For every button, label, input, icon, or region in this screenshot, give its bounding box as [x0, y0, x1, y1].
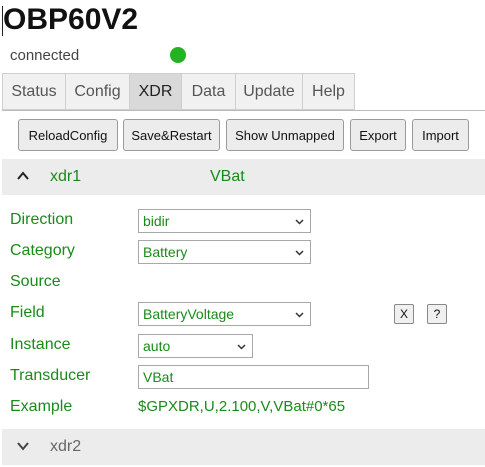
chevron-down-icon [295, 219, 304, 225]
import-button[interactable]: Import [412, 119, 469, 151]
example-row: Example $GPXDR,U,2.100,V,VBat#0*65 [10, 396, 480, 420]
field-row: Field BatteryVoltage X ? [10, 302, 480, 326]
transducer-input[interactable]: VBat [138, 365, 369, 389]
tab-config[interactable]: Config [65, 73, 129, 110]
xdr1-name: xdr1 [50, 168, 82, 185]
category-value: Battery [143, 244, 188, 260]
example-sentence: $GPXDR,U,2.100,V,VBat#0*65 [138, 398, 346, 415]
tab-xdr[interactable]: XDR [129, 73, 181, 110]
instance-label: Instance [10, 336, 71, 353]
page-title: OBP60V2 [3, 3, 139, 36]
chevron-down-icon [237, 344, 246, 350]
chevron-down-icon [17, 442, 29, 451]
example-label: Example [10, 398, 73, 415]
tab-help[interactable]: Help [302, 73, 355, 110]
show-unmapped-button[interactable]: Show Unmapped [226, 119, 344, 151]
field-help-button[interactable]: ? [427, 304, 447, 324]
source-label: Source [10, 273, 61, 290]
connection-status: connected [10, 46, 200, 66]
xdr1-header[interactable]: xdr1 VBat [2, 159, 485, 195]
status-indicator-icon [170, 47, 186, 63]
chevron-down-icon [295, 312, 304, 318]
reload-config-button[interactable]: ReloadConfig [18, 119, 118, 151]
field-value: BatteryVoltage [143, 306, 235, 322]
field-select[interactable]: BatteryVoltage [138, 302, 311, 326]
xdr2-name: xdr2 [50, 438, 82, 455]
xdr1-value: VBat [210, 168, 245, 185]
instance-value: auto [143, 338, 171, 354]
transducer-label: Transducer [10, 367, 91, 384]
category-select[interactable]: Battery [138, 240, 311, 264]
instance-select[interactable]: auto [138, 334, 253, 358]
export-button[interactable]: Export [350, 119, 406, 151]
category-row: Category Battery [10, 240, 480, 264]
direction-row: Direction bidir [10, 209, 480, 233]
connection-status-text: connected [10, 47, 80, 64]
main-tabs: Status Config XDR Data Update Help [2, 73, 355, 110]
save-restart-button[interactable]: Save&Restart [123, 119, 220, 151]
source-row: Source [10, 271, 480, 295]
xdr-toolbar: ReloadConfig Save&Restart Show Unmapped … [0, 119, 485, 152]
tab-update[interactable]: Update [235, 73, 302, 110]
direction-select[interactable]: bidir [138, 209, 311, 233]
category-label: Category [10, 242, 75, 259]
tab-divider [2, 110, 485, 111]
chevron-down-icon [295, 250, 304, 256]
direction-label: Direction [10, 211, 74, 228]
clear-field-button[interactable]: X [394, 304, 414, 324]
transducer-row: Transducer VBat [10, 365, 480, 389]
field-label: Field [10, 304, 45, 321]
instance-row: Instance auto [10, 334, 480, 358]
tab-data[interactable]: Data [181, 73, 235, 110]
xdr2-header[interactable]: xdr2 [2, 429, 485, 465]
chevron-up-icon [17, 171, 29, 180]
tab-status[interactable]: Status [2, 73, 65, 110]
direction-value: bidir [143, 213, 170, 229]
